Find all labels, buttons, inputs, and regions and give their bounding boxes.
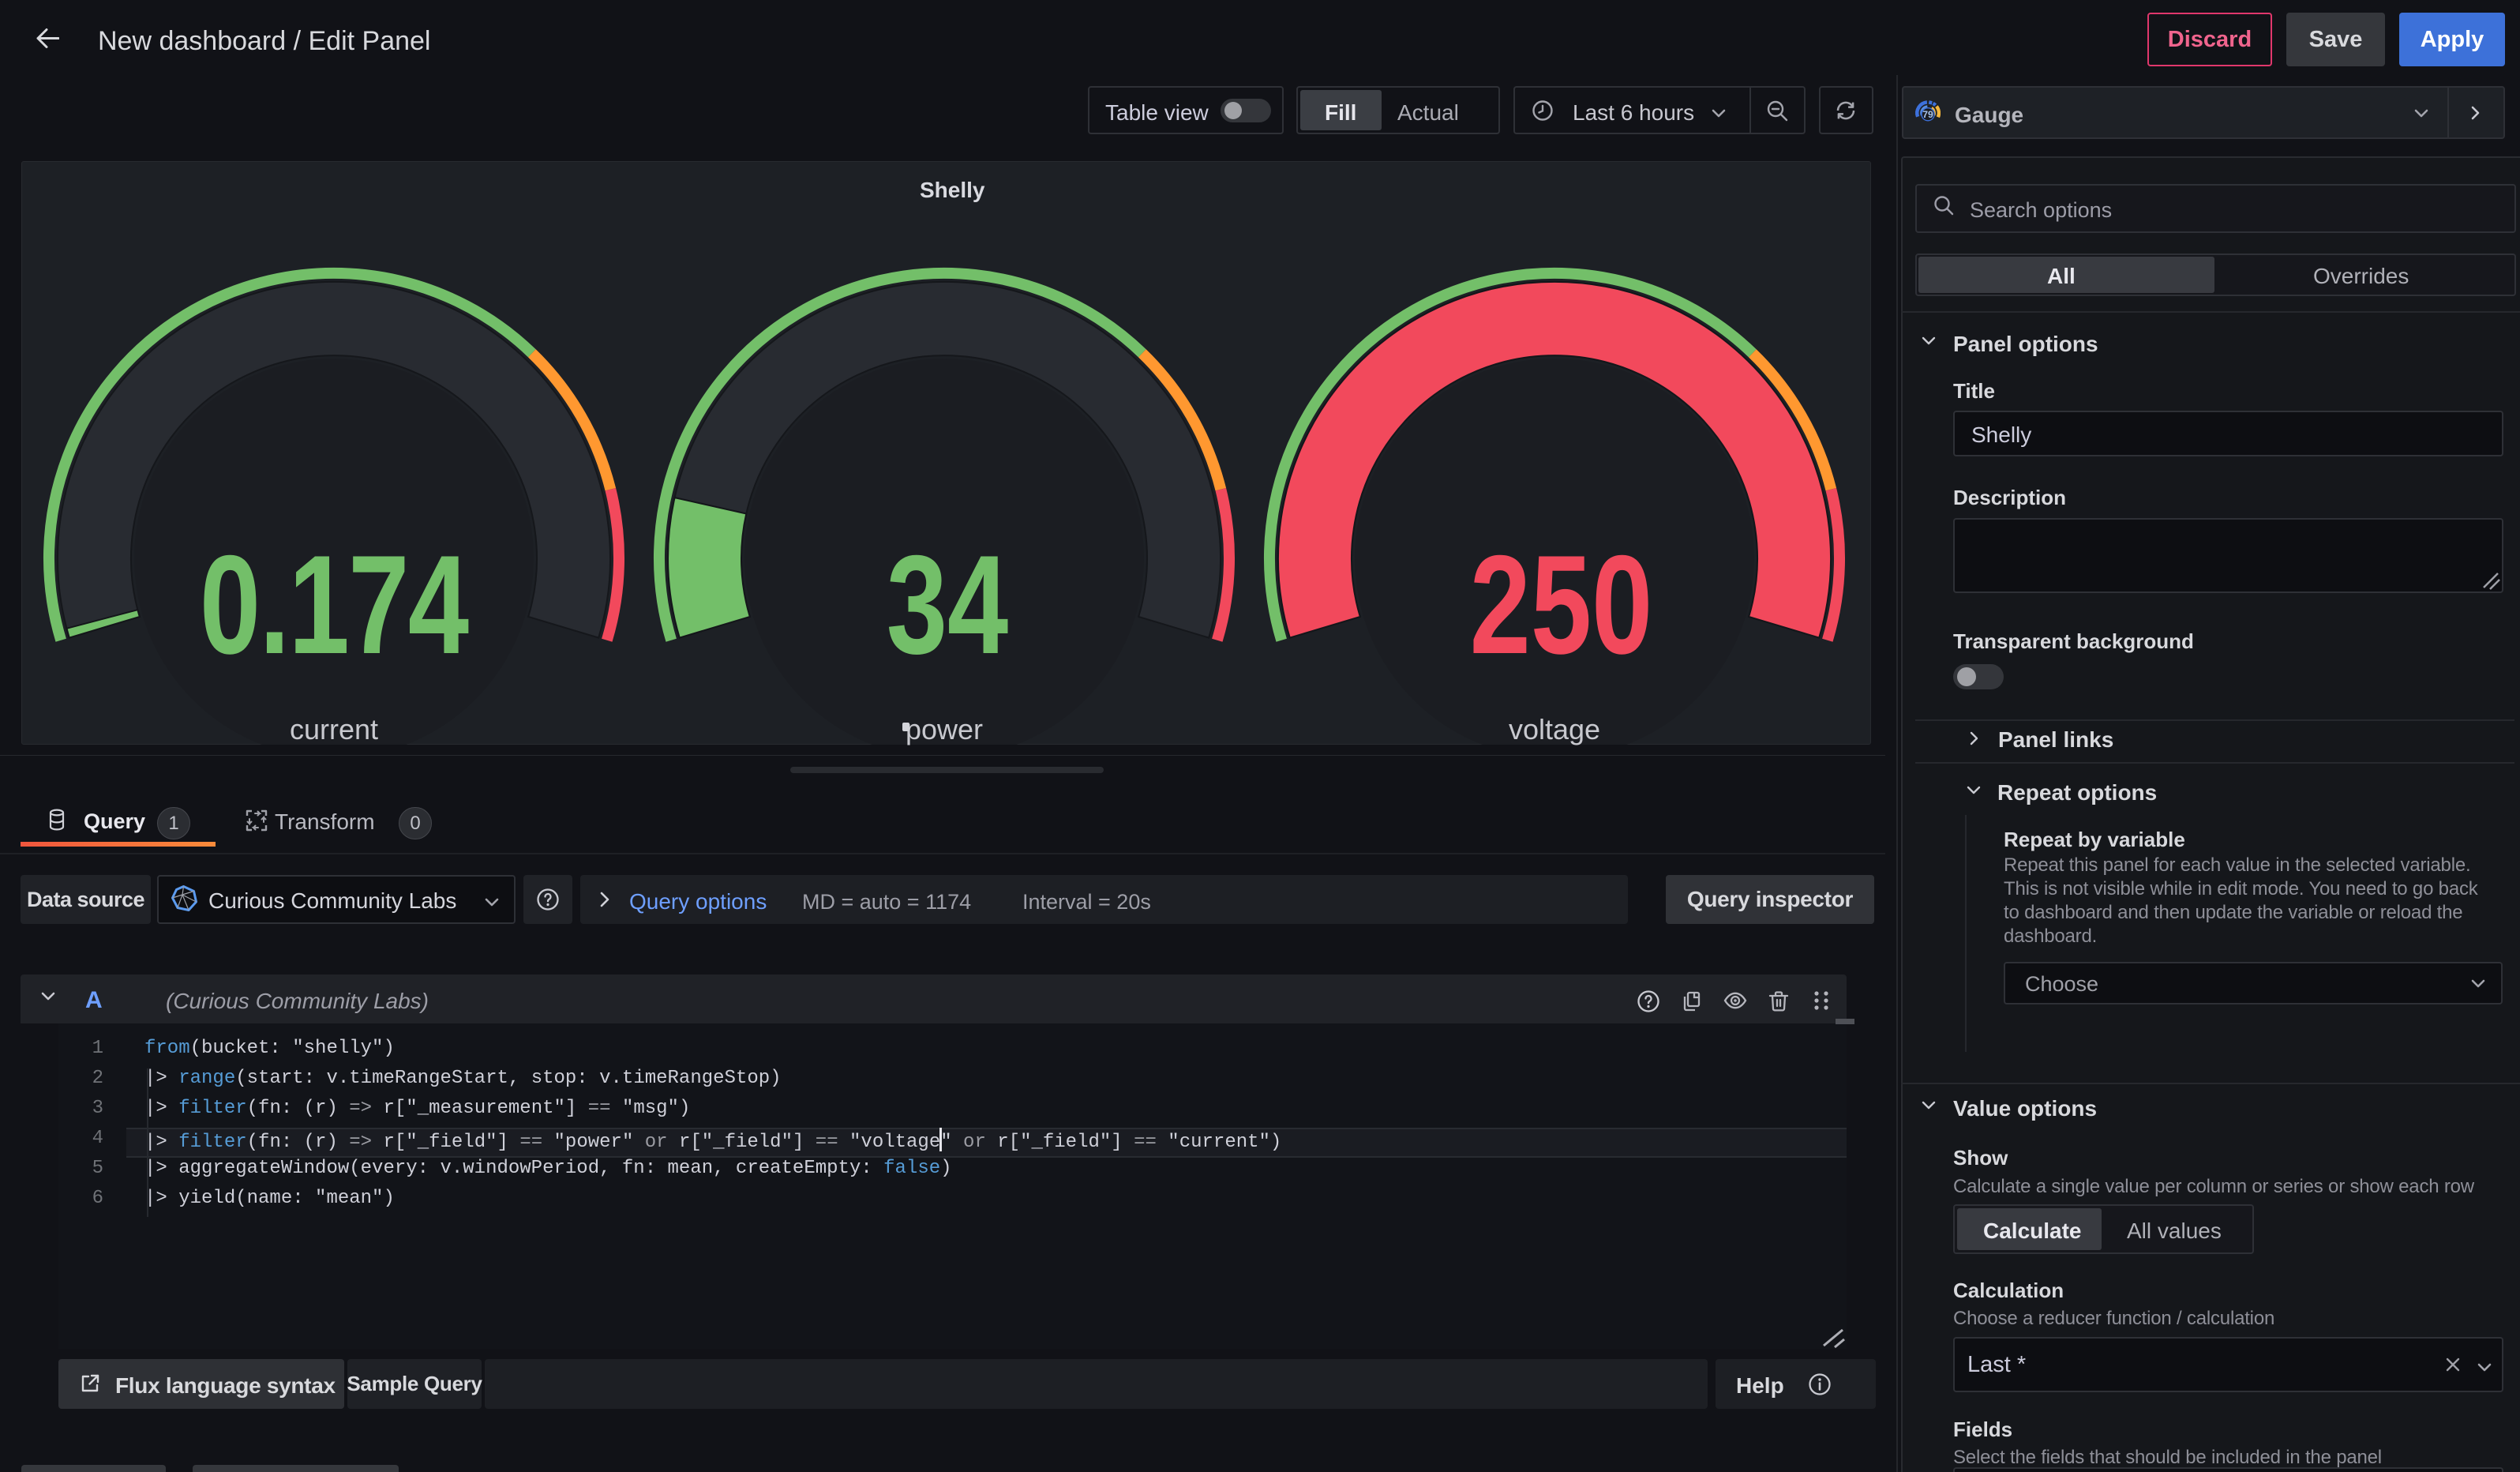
svg-text:79: 79	[1922, 109, 1933, 120]
